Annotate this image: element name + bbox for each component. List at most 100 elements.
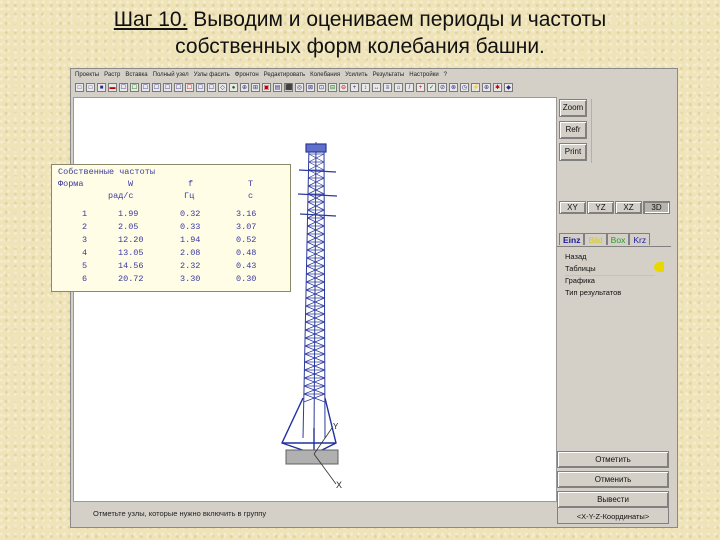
toolbar-icon[interactable]: ▬ bbox=[108, 83, 117, 92]
menu-item[interactable]: Узлы фасить bbox=[194, 69, 230, 81]
table-cell: 0.43 bbox=[236, 261, 257, 271]
toolbar-icon[interactable]: □ bbox=[75, 83, 84, 92]
title-line2: собственных форм колебания башни. bbox=[175, 35, 545, 58]
toolbar-icon[interactable]: ◆ bbox=[504, 83, 513, 92]
table-cell: 3 bbox=[82, 235, 88, 245]
axis-y-label: Y bbox=[333, 422, 339, 431]
table-cell: 13.05 bbox=[118, 248, 144, 258]
title-line1: Выводим и оцениваем периоды и частоты bbox=[187, 8, 607, 31]
view-yz-button[interactable]: YZ bbox=[587, 201, 614, 214]
toolbar-icon[interactable]: ⌂ bbox=[394, 83, 403, 92]
toolbar-icon[interactable]: ● bbox=[229, 83, 238, 92]
mode-tabs: Einz Bild Box Krz bbox=[559, 233, 667, 245]
menu-item[interactable]: Колебания bbox=[310, 69, 340, 81]
toolbar-icon[interactable]: ↔ bbox=[372, 83, 381, 92]
toolbar-icon[interactable]: ☐ bbox=[207, 83, 216, 92]
tab-einz[interactable]: Einz bbox=[559, 233, 585, 245]
toolbar-icon[interactable]: ■ bbox=[97, 83, 106, 92]
selection-indicator-icon bbox=[654, 262, 664, 272]
table-cell: 3.16 bbox=[236, 209, 257, 219]
menu-item[interactable]: Проекты bbox=[75, 69, 99, 81]
menu-item[interactable]: Растр bbox=[104, 69, 120, 81]
print-button[interactable]: Print bbox=[559, 143, 587, 161]
title-step: Шаг 10. bbox=[113, 8, 188, 31]
table-cell: 20.72 bbox=[118, 274, 144, 284]
table-cell: 2.32 bbox=[180, 261, 201, 271]
menu-bar: Проекты Растр Вставка Полный узел Узлы фасит… bbox=[71, 69, 677, 81]
coordinates-field[interactable]: <X-Y-Z-Координаты> bbox=[557, 507, 669, 524]
toolbar-icon[interactable]: ◎ bbox=[295, 83, 304, 92]
table-cell: 0.32 bbox=[180, 209, 201, 219]
toolbar-icon[interactable]: ⊡ bbox=[317, 83, 326, 92]
tab-krz[interactable]: Krz bbox=[629, 233, 651, 245]
output-button[interactable]: Вывести bbox=[557, 491, 669, 508]
menu-item[interactable]: Редактировать bbox=[264, 69, 305, 81]
table-cell: 2.08 bbox=[180, 248, 201, 258]
toolbar-icon[interactable]: ⬛ bbox=[284, 83, 293, 92]
toolbar-icon[interactable]: ▤ bbox=[273, 83, 282, 92]
menu-item[interactable]: Фронтон bbox=[235, 69, 259, 81]
menu-item[interactable]: ? bbox=[444, 69, 447, 81]
antenna-arm-3 bbox=[299, 213, 337, 217]
tab-bild[interactable]: Bild bbox=[584, 233, 607, 245]
toolbar-icon[interactable]: ☐ bbox=[152, 83, 161, 92]
toolbar-icon[interactable]: ▣ bbox=[262, 83, 271, 92]
tower-base-frame bbox=[281, 397, 337, 455]
menu-item[interactable]: Настройки bbox=[409, 69, 438, 81]
menu-item[interactable]: Полный узел bbox=[153, 69, 189, 81]
header-f: f bbox=[188, 179, 194, 189]
menu-item[interactable]: Вставка bbox=[125, 69, 147, 81]
toolbar-icon[interactable]: / bbox=[405, 83, 414, 92]
tab-box[interactable]: Box bbox=[606, 233, 630, 245]
cancel-button[interactable]: Отменить bbox=[557, 471, 669, 488]
toolbar-icon[interactable]: + bbox=[416, 83, 425, 92]
view-xy-button[interactable]: XY bbox=[559, 201, 586, 214]
tower-drawing: X Y bbox=[281, 141, 342, 490]
toolbar-icon[interactable]: ◷ bbox=[460, 83, 469, 92]
toolbar-icon[interactable]: ◇ bbox=[218, 83, 227, 92]
table-row: 3 12.20 1.94 0.52 bbox=[52, 235, 290, 247]
refresh-button[interactable]: Refr bbox=[559, 121, 587, 139]
menu-item[interactable]: Результаты bbox=[373, 69, 405, 81]
toolbar-icon[interactable]: ⚡ bbox=[471, 83, 480, 92]
toolbar-icon[interactable]: ☐ bbox=[174, 83, 183, 92]
table-cell: 1 bbox=[82, 209, 88, 219]
menu-item[interactable]: Усилить bbox=[345, 69, 368, 81]
app-window: Проекты Растр Вставка Полный узел Узлы фасит… bbox=[51, 68, 678, 528]
menu-back[interactable]: Назад bbox=[565, 251, 587, 263]
model-canvas[interactable]: X Y Собственные частоты Форма W f T рад/… bbox=[51, 97, 557, 502]
toolbar-icon[interactable]: ⊗ bbox=[449, 83, 458, 92]
view-xz-button[interactable]: XZ bbox=[615, 201, 642, 214]
toolbar-icon[interactable]: ⊕ bbox=[240, 83, 249, 92]
toolbar-icon[interactable]: ✓ bbox=[427, 83, 436, 92]
toolbar-icon[interactable]: ☐ bbox=[185, 83, 194, 92]
toolbar-icon[interactable]: ⊠ bbox=[306, 83, 315, 92]
toolbar-icon[interactable]: ☐ bbox=[130, 83, 139, 92]
toolbar-icon[interactable]: ☐ bbox=[163, 83, 172, 92]
table-cell: 3.30 bbox=[180, 274, 201, 284]
toolbar-icon[interactable]: ⊖ bbox=[339, 83, 348, 92]
toolbar-icon[interactable]: ⊘ bbox=[438, 83, 447, 92]
toolbar-icon[interactable]: ☐ bbox=[196, 83, 205, 92]
toolbar-icon[interactable]: ☐ bbox=[141, 83, 150, 92]
table-cell: 0.52 bbox=[236, 235, 257, 245]
toolbar-icon[interactable]: ↕ bbox=[361, 83, 370, 92]
table-cell: 5 bbox=[82, 261, 88, 271]
toolbar-icon[interactable]: ☐ bbox=[119, 83, 128, 92]
toolbar-icon[interactable]: + bbox=[350, 83, 359, 92]
menu-graphics[interactable]: Графика bbox=[565, 275, 595, 287]
toolbar-icon[interactable]: ≡ bbox=[383, 83, 392, 92]
table-cell: 1.99 bbox=[118, 209, 139, 219]
table-cell: 1.94 bbox=[180, 235, 201, 245]
command-menu: Назад Таблицы Графика Тип результатов bbox=[557, 246, 671, 459]
toolbar-icon[interactable]: ✱ bbox=[493, 83, 502, 92]
view-3d-button[interactable]: 3D bbox=[643, 201, 670, 214]
toolbar-icon[interactable]: ⊞ bbox=[251, 83, 260, 92]
menu-result-type[interactable]: Тип результатов bbox=[565, 287, 621, 299]
mark-button[interactable]: Отметить bbox=[557, 451, 669, 468]
zoom-button[interactable]: Zoom bbox=[559, 99, 587, 117]
toolbar-icon[interactable]: □ bbox=[86, 83, 95, 92]
toolbar-icon[interactable]: ⊟ bbox=[328, 83, 337, 92]
slide-title: Шаг 10. Выводим и оцениваем периоды и ча… bbox=[0, 6, 720, 60]
toolbar-icon[interactable]: ⊕ bbox=[482, 83, 491, 92]
